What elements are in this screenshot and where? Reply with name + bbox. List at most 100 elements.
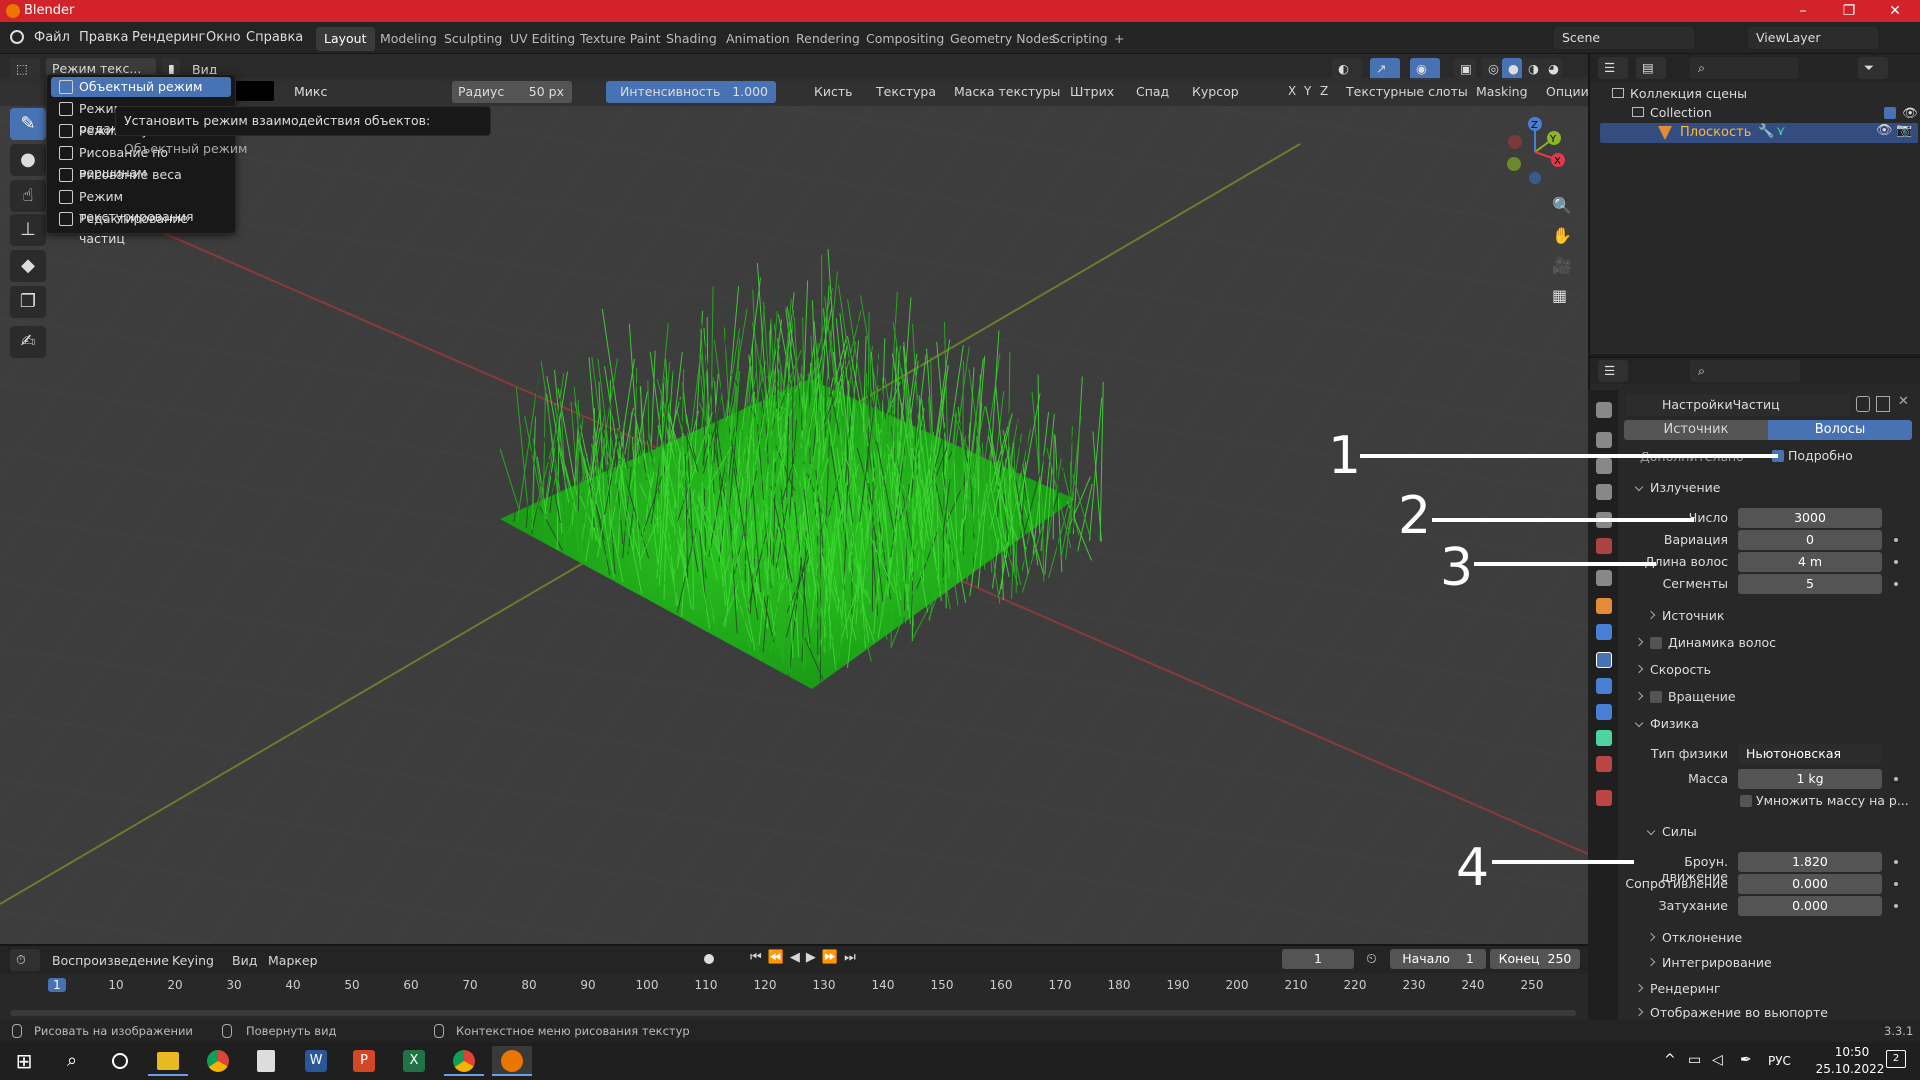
record-icon[interactable] (704, 954, 714, 964)
cursor-menu[interactable]: Курсор (1192, 84, 1239, 99)
unlink-icon[interactable]: ✕ (1898, 394, 1909, 409)
strength-field[interactable]: Интенсивность 1.000 (606, 81, 776, 103)
tab-animation[interactable]: Animation (718, 27, 798, 51)
file-explorer-icon[interactable] (148, 1046, 188, 1076)
restore-button[interactable]: ❐ (1826, 0, 1872, 22)
menu-weight-paint[interactable]: Рисование веса (51, 165, 231, 185)
playback-controls-icon[interactable]: ⏮⏪◀▶⏩⏭ (750, 950, 862, 965)
menu-edit[interactable]: Правка (79, 30, 128, 45)
network-icon[interactable]: ▭ (1688, 1052, 1701, 1068)
timeline-editor-icon[interactable]: ⏱ (10, 949, 40, 971)
files-icon[interactable] (246, 1046, 286, 1076)
visibility-icon[interactable]: ◐ (1332, 58, 1362, 80)
menu-particle-edit[interactable]: Редактирование частиц (51, 209, 231, 246)
soften-brush-icon[interactable]: ● (10, 144, 46, 176)
texture-menu[interactable]: Текстура (876, 84, 936, 99)
word-icon[interactable]: W (296, 1046, 336, 1076)
clock-date[interactable]: 25.10.2022 (1808, 1062, 1892, 1076)
blender-menu-icon[interactable] (10, 30, 24, 44)
end-frame-field[interactable]: Конец 250 (1490, 949, 1580, 969)
solid-shading-icon[interactable]: ● (1502, 58, 1522, 80)
scene-collection-row[interactable]: Коллекция сцены (1612, 86, 1747, 101)
count-field[interactable]: 3000 (1738, 508, 1882, 528)
menu-texture-paint[interactable]: Режим текстурирования (51, 187, 231, 224)
powerpoint-icon[interactable]: P (344, 1046, 384, 1076)
excel-icon[interactable]: X (394, 1046, 434, 1076)
tab-layout[interactable]: Layout (316, 27, 375, 51)
integration-subsection[interactable]: Интегрирование (1646, 955, 1772, 970)
menu-render[interactable]: Рендеринг (132, 30, 205, 45)
physics-tab-icon[interactable] (1596, 678, 1612, 694)
start-frame-field[interactable]: Начало 1 (1390, 949, 1486, 969)
segments-field[interactable]: 5 (1738, 574, 1882, 594)
editor-type-icon[interactable]: ⬚ (10, 58, 40, 80)
outliner-search-input[interactable]: ⌕ (1690, 57, 1798, 79)
duplicate-icon[interactable] (1876, 396, 1890, 412)
brownian-field[interactable]: 1.820 (1738, 852, 1882, 872)
axis-x-toggle[interactable]: X (1288, 84, 1296, 98)
tool-tab-icon[interactable] (1596, 402, 1612, 418)
hair-dynamics-section[interactable]: Динамика волос (1634, 635, 1776, 650)
cortana-icon[interactable] (100, 1046, 140, 1076)
search-icon[interactable]: ⌕ (52, 1046, 92, 1076)
emission-source-subsection[interactable]: Источник (1646, 608, 1724, 623)
eye-icon[interactable]: 👁 (1902, 105, 1918, 121)
collection-row[interactable]: Collection 👁 📷 (1620, 105, 1920, 120)
color-swatch[interactable] (236, 81, 274, 101)
object-camera-icon[interactable]: 📷 (1896, 123, 1912, 138)
outliner-editor-icon[interactable]: ☰ (1598, 57, 1628, 79)
masking-menu[interactable]: Masking (1476, 84, 1528, 99)
minimize-button[interactable]: – (1780, 0, 1826, 22)
texture-mask-menu[interactable]: Маска текстуры (954, 84, 1060, 99)
tab-modeling[interactable]: Modeling (372, 27, 445, 51)
falloff-menu[interactable]: Спад (1136, 84, 1169, 99)
current-frame-field[interactable]: 1 (1282, 949, 1354, 969)
navigation-gizmo[interactable]: Z Y X (1500, 114, 1570, 190)
mass-field[interactable]: 1 kg (1738, 769, 1882, 789)
clone-brush-icon[interactable]: ⊥ (10, 214, 46, 246)
mask-brush-icon[interactable]: ❐ (10, 286, 46, 318)
timeline-view-menu[interactable]: Вид (232, 953, 257, 968)
properties-search-input[interactable]: ⌕ (1690, 360, 1800, 382)
tab-shading[interactable]: Shading (658, 27, 725, 51)
wireframe-shading-icon[interactable]: ◎ (1482, 58, 1502, 80)
collection-checkbox[interactable] (1884, 107, 1896, 119)
pen-icon[interactable]: ✒ (1740, 1052, 1752, 1068)
tab-emitter[interactable]: Источник (1624, 420, 1768, 440)
damping-field[interactable]: 0.000 (1738, 896, 1882, 916)
draw-brush-icon[interactable]: ✎ (10, 108, 46, 140)
hair-length-field[interactable]: 4 m (1738, 552, 1882, 572)
fill-brush-icon[interactable]: ◆ (10, 250, 46, 282)
rotation-section[interactable]: Вращение (1634, 689, 1736, 704)
language-indicator[interactable]: РУС (1768, 1054, 1791, 1068)
filter-icon[interactable]: ⏷ (1858, 57, 1888, 79)
viewport-display-section[interactable]: Отображение во вьюпорте (1636, 1005, 1828, 1019)
blend-mode-dropdown[interactable]: Микс (288, 81, 444, 103)
world-tab-icon[interactable] (1596, 538, 1612, 554)
annotate-icon[interactable]: ✍ (10, 326, 46, 358)
notifications-icon[interactable]: 2 (1886, 1050, 1906, 1068)
view-layer-selector[interactable]: ViewLayer (1748, 27, 1878, 49)
add-workspace-button[interactable]: + (1106, 27, 1132, 51)
options-menu[interactable]: Опции (1546, 84, 1589, 99)
variation-field[interactable]: 0 (1738, 530, 1882, 550)
modifier-tab-icon[interactable] (1596, 624, 1612, 640)
drag-field[interactable]: 0.000 (1738, 874, 1882, 894)
render-section[interactable]: Рендеринг (1634, 981, 1721, 996)
windows-start-icon[interactable]: ⊞ (4, 1046, 44, 1076)
stroke-menu[interactable]: Штрих (1070, 84, 1114, 99)
close-button[interactable]: ✕ (1872, 0, 1918, 22)
tab-scripting[interactable]: Scripting (1044, 27, 1116, 51)
scene-selector[interactable]: Scene (1554, 27, 1694, 49)
data-tab-icon[interactable] (1596, 730, 1612, 746)
zoom-icon[interactable]: 🔍 (1552, 196, 1572, 215)
brush-menu[interactable]: Кисть (814, 84, 853, 99)
xray-icon[interactable]: ▣ (1454, 58, 1476, 80)
chrome-icon[interactable] (198, 1046, 238, 1076)
gizmo-toggle-icon[interactable]: ↗ (1370, 58, 1400, 80)
physics-type-dropdown[interactable]: Ньютоновская (1738, 744, 1882, 764)
properties-editor-icon[interactable]: ☰ (1598, 360, 1628, 382)
clock-time[interactable]: 10:50 (1822, 1045, 1882, 1059)
particle-settings-datablock[interactable]: НастройкиЧастиц (1626, 394, 1850, 416)
display-mode-icon[interactable]: ▤ (1636, 57, 1666, 79)
